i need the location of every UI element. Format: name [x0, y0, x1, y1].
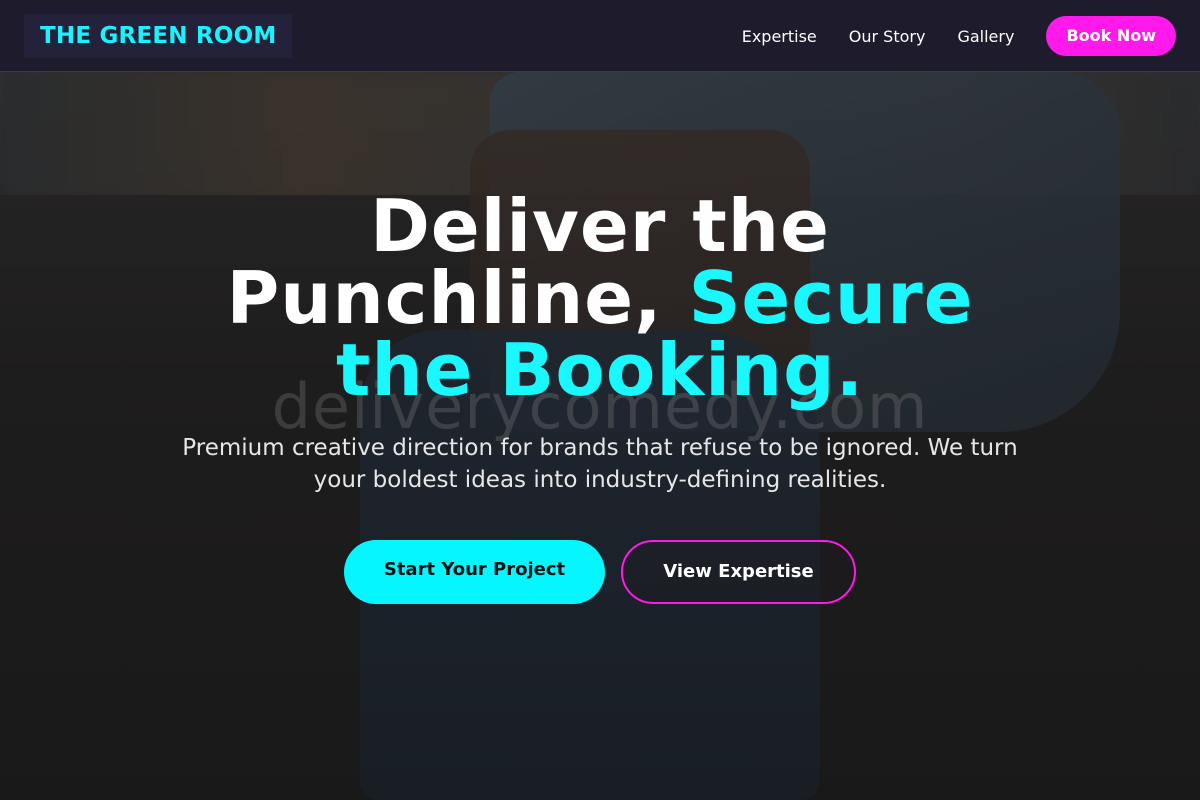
nav-link-gallery[interactable]: Gallery	[957, 27, 1014, 46]
nav-link-expertise[interactable]: Expertise	[742, 27, 817, 46]
hero-subtitle: Premium creative direction for brands th…	[182, 435, 1018, 493]
hero-title: Deliver the Punchline, Secure the Bookin…	[150, 190, 1050, 406]
nav-link-our-story[interactable]: Our Story	[849, 27, 926, 46]
start-project-button[interactable]: Start Your Project	[344, 540, 605, 604]
book-now-button[interactable]: Book Now	[1046, 16, 1176, 56]
site-logo[interactable]: THE GREEN ROOM	[24, 14, 293, 58]
nav-links: Expertise Our Story Gallery Book Now	[742, 16, 1176, 56]
hero-actions: Start Your Project View Expertise	[0, 540, 1200, 604]
view-expertise-button[interactable]: View Expertise	[621, 540, 856, 604]
landing-page: deliverycomedy.com THE GREEN ROOM Expert…	[0, 0, 1200, 800]
hero-section: Deliver the Punchline, Secure the Bookin…	[0, 190, 1200, 604]
navbar: THE GREEN ROOM Expertise Our Story Galle…	[0, 0, 1200, 72]
